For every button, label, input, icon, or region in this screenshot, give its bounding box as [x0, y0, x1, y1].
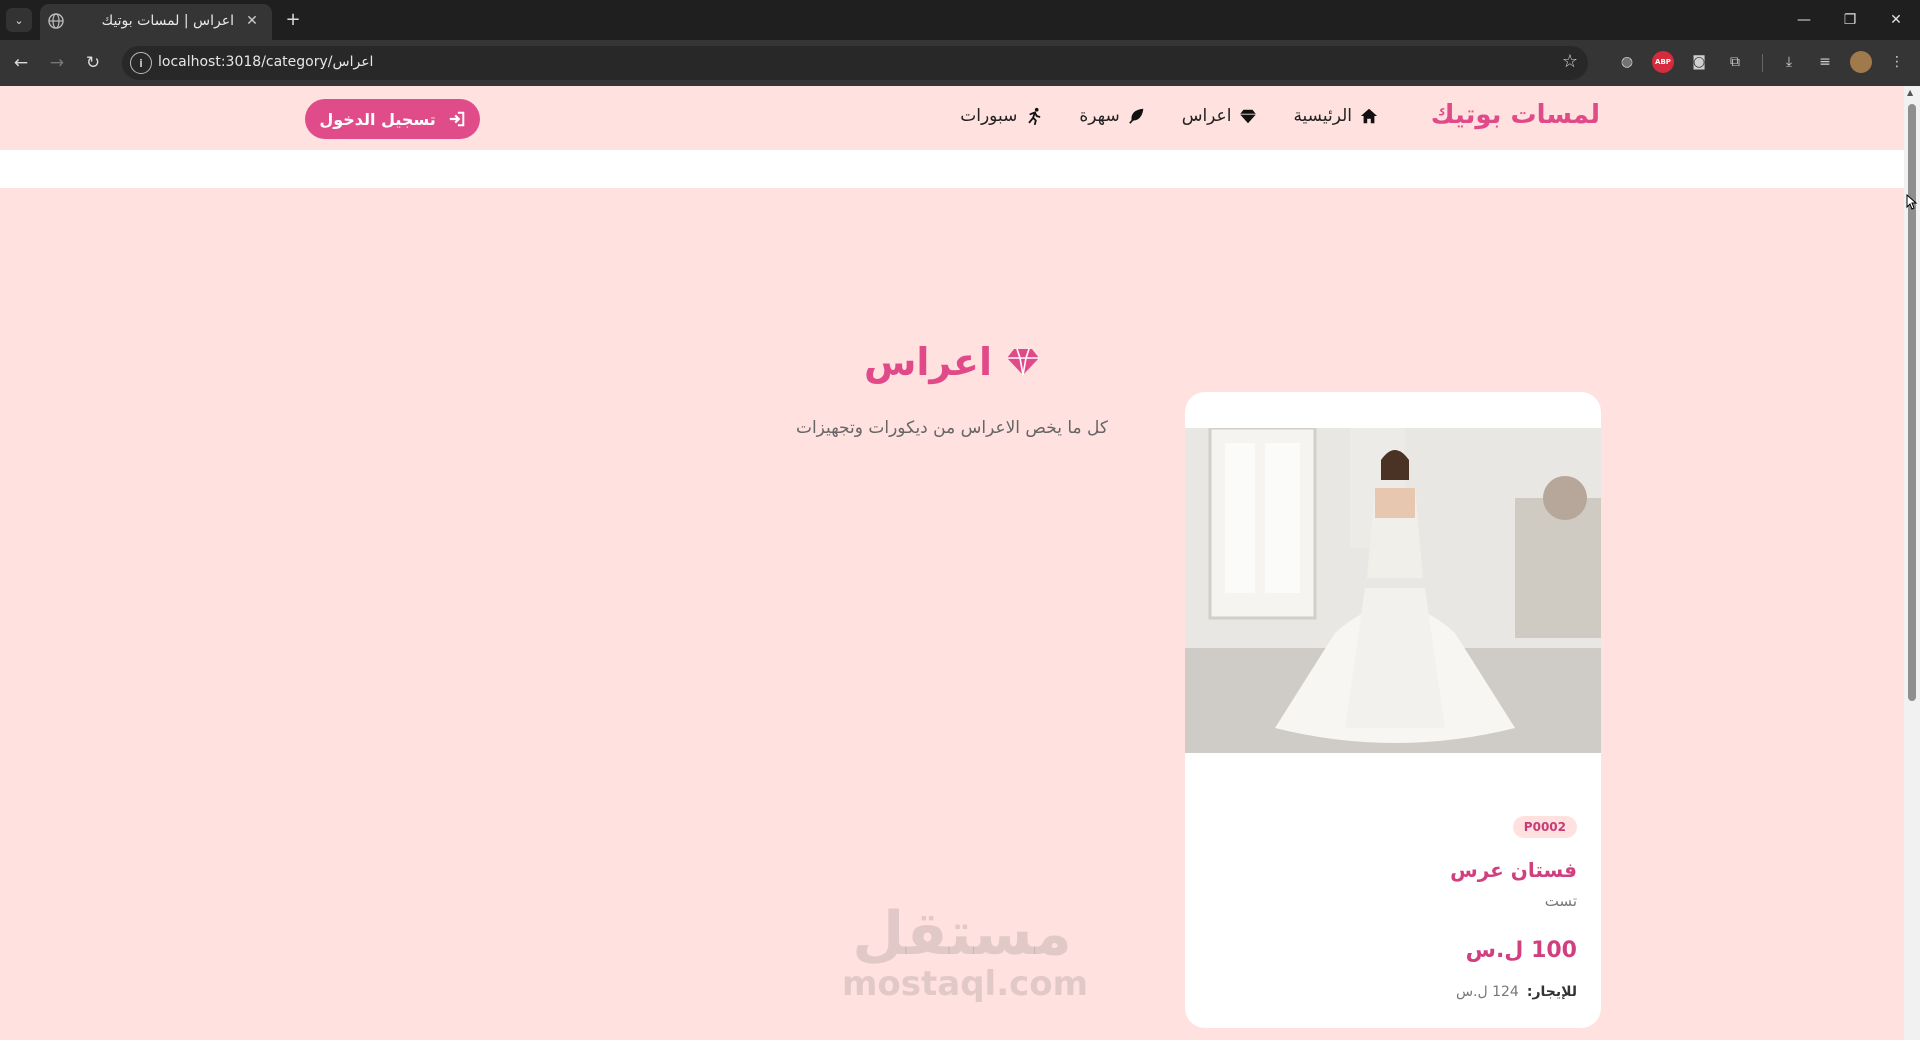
- nav-item-sports[interactable]: سبورات: [960, 106, 1043, 126]
- rent-label: للإيجار:: [1526, 984, 1577, 1000]
- login-button[interactable]: تسجيل الدخول: [305, 99, 480, 139]
- adblock-icon[interactable]: ABP: [1652, 51, 1674, 73]
- page-scrollbar[interactable]: ▲: [1904, 86, 1920, 1040]
- browser-tab-bar: ⌄ اعراس | لمسات بوتيك ✕ + — ❐ ✕: [0, 0, 1920, 40]
- watermark-latin: mostaql.com: [842, 964, 1089, 1004]
- watermark: مستقل mostaql.com: [842, 899, 1089, 1004]
- url-text[interactable]: localhost:3018/category/اعراس: [158, 54, 373, 70]
- product-name[interactable]: فستان عرس: [1450, 858, 1577, 882]
- sign-in-icon: [449, 111, 464, 127]
- back-arrow-icon[interactable]: ←: [8, 50, 34, 76]
- browser-tab-active[interactable]: اعراس | لمسات بوتيك ✕: [40, 4, 272, 40]
- login-label: تسجيل الدخول: [319, 109, 436, 129]
- page-subtitle: كل ما يخص الاعراس من ديكورات وتجهيزات: [795, 418, 1109, 438]
- new-tab-button[interactable]: +: [282, 8, 304, 30]
- site-header: لمسات بوتيك الرئيسية اعراس سهرة سبورات ت…: [0, 86, 1904, 150]
- brand-logo[interactable]: لمسات بوتيك: [1431, 100, 1600, 130]
- close-window-button[interactable]: ✕: [1874, 6, 1918, 34]
- tab-search-button[interactable]: ⌄: [6, 8, 32, 32]
- tab-title: اعراس | لمسات بوتيك: [101, 13, 234, 29]
- header-divider-strip: [0, 150, 1904, 188]
- menu-kebab-icon[interactable]: ⋮: [1886, 51, 1908, 73]
- media-queue-icon[interactable]: ≡: [1814, 51, 1836, 73]
- site-info-icon[interactable]: i: [130, 52, 152, 74]
- diamond-icon: [1240, 109, 1257, 124]
- browser-toolbar: ← → ↻ i localhost:3018/category/اعراس ☆ …: [0, 40, 1920, 86]
- bookmark-star-icon[interactable]: ☆: [1562, 51, 1578, 72]
- main-nav: الرئيسية اعراس سهرة سبورات: [960, 106, 1378, 126]
- home-icon: [1360, 108, 1378, 124]
- nav-item-evening[interactable]: سهرة: [1079, 106, 1145, 126]
- nav-label-home: الرئيسية: [1293, 106, 1352, 126]
- nav-item-weddings[interactable]: اعراس: [1182, 106, 1258, 126]
- product-rent: للإيجار: 124 ل.س: [1456, 984, 1577, 1000]
- globe-icon: [48, 13, 64, 29]
- scroll-up-arrow-icon[interactable]: ▲: [1907, 88, 1913, 97]
- forward-arrow-icon[interactable]: →: [44, 50, 70, 76]
- product-image[interactable]: [1185, 428, 1601, 753]
- product-price: 100 ل.س: [1465, 938, 1577, 963]
- nav-label-weddings: اعراس: [1181, 106, 1232, 126]
- extensions-puzzle-icon[interactable]: ⧉: [1724, 51, 1746, 73]
- category-hero: اعراس كل ما يخص الاعراس من ديكورات وتجهي…: [0, 188, 1904, 448]
- product-description: تست: [1544, 892, 1577, 910]
- page-title: اعراس: [0, 340, 1904, 386]
- download-icon[interactable]: ⤓: [1778, 51, 1800, 73]
- leaf-icon: [1128, 108, 1144, 124]
- toolbar-divider: [1762, 54, 1763, 72]
- minimize-button[interactable]: —: [1782, 6, 1826, 34]
- product-sku-badge: P0002: [1512, 816, 1577, 838]
- translate-globe-icon[interactable]: ◍: [1616, 51, 1638, 73]
- product-card[interactable]: P0002 فستان عرس تست 100 ل.س للإيجار: 124…: [1185, 392, 1601, 1028]
- camera-icon[interactable]: ◙: [1688, 51, 1710, 73]
- running-icon: [1028, 107, 1041, 125]
- nav-label-sports: سبورات: [960, 106, 1018, 126]
- profile-avatar[interactable]: [1850, 51, 1872, 73]
- nav-label-evening: سهرة: [1079, 106, 1120, 126]
- close-tab-icon[interactable]: ✕: [242, 11, 262, 31]
- address-bar[interactable]: i localhost:3018/category/اعراس ☆: [122, 46, 1588, 80]
- reload-icon[interactable]: ↻: [80, 50, 106, 76]
- restore-button[interactable]: ❐: [1828, 6, 1872, 34]
- nav-item-home[interactable]: الرئيسية: [1293, 106, 1378, 126]
- rent-value: 124 ل.س: [1455, 984, 1519, 1000]
- mouse-cursor-icon: [1906, 194, 1918, 210]
- page-title-text: اعراس: [863, 340, 993, 384]
- diamond-icon: [1007, 348, 1040, 376]
- page-viewport: لمسات بوتيك الرئيسية اعراس سهرة سبورات ت…: [0, 86, 1920, 1040]
- watermark-arabic: مستقل: [852, 899, 1072, 969]
